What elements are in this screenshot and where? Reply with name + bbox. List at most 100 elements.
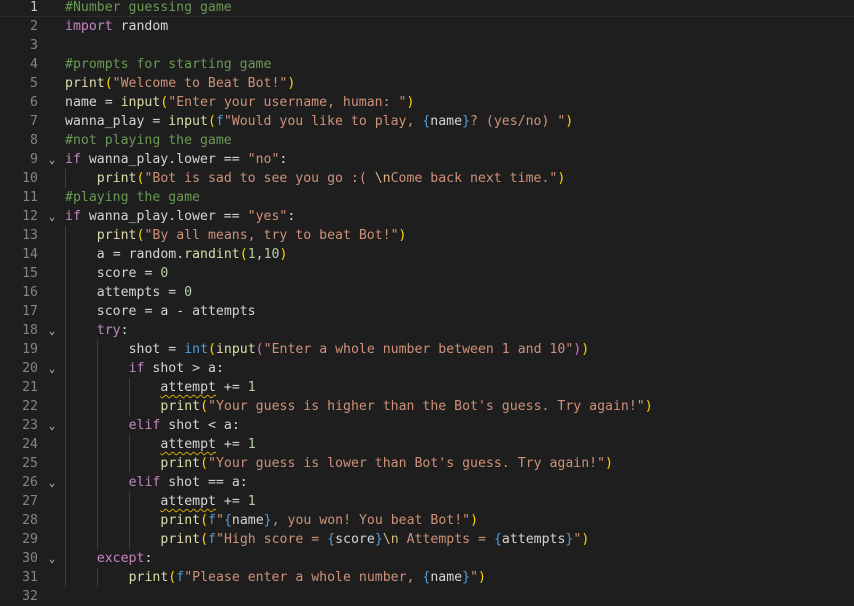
code-text: if wanna_play.lower == "no": xyxy=(65,150,287,169)
code-line[interactable]: 29 print(f"High score = {score}\n Attempt… xyxy=(0,530,854,549)
code-line[interactable]: 6 name = input("Enter your username, huma… xyxy=(0,93,854,112)
line-number: 1 xyxy=(30,0,38,15)
code-token: Attempts = xyxy=(398,532,494,547)
code-line[interactable]: 1 #Number guessing game xyxy=(0,0,854,17)
code-token: : xyxy=(144,551,153,566)
code-line[interactable]: 21 attempt += 1 xyxy=(0,378,854,397)
code-line[interactable]: 17 score = a - attempts xyxy=(0,302,854,321)
code-line[interactable]: 32 xyxy=(0,587,854,606)
code-token: = random. xyxy=(104,247,185,262)
chevron-down-icon[interactable]: ⌄ xyxy=(45,321,59,340)
code-token: ( xyxy=(239,247,248,262)
chevron-down-icon[interactable]: ⌄ xyxy=(45,549,59,568)
code-token: "By all means, try to beat Bot!" xyxy=(144,228,399,243)
line-number: 8 xyxy=(30,133,38,148)
code-token: += xyxy=(215,437,248,452)
code-token: score xyxy=(96,304,137,319)
code-token: attempt xyxy=(160,380,216,395)
code-token: += xyxy=(215,380,248,395)
code-line[interactable]: 30 ⌄ except: xyxy=(0,549,854,568)
code-line[interactable]: 7 wanna_play = input(f"Would you like to … xyxy=(0,112,854,131)
code-text: #prompts for starting game xyxy=(65,55,271,74)
code-line[interactable]: 15 score = 0 xyxy=(0,264,854,283)
line-number: 9 xyxy=(30,152,38,167)
code-token: print xyxy=(160,513,201,528)
code-token: , xyxy=(255,247,264,262)
code-editor[interactable]: 1 #Number guessing game 2 import random 3 4 #p… xyxy=(0,0,854,604)
line-number: 31 xyxy=(22,570,38,585)
code-line[interactable]: 9 ⌄ if wanna_play.lower == "no": xyxy=(0,150,854,169)
code-token: shot > a: xyxy=(144,361,224,376)
chevron-down-icon[interactable]: ⌄ xyxy=(45,416,59,435)
code-line[interactable]: 2 import random xyxy=(0,17,854,36)
line-number: 29 xyxy=(22,532,38,547)
code-token: wanna_play xyxy=(65,114,145,129)
code-token: print xyxy=(96,171,137,186)
code-token: print xyxy=(160,399,201,414)
line-number: 30 xyxy=(22,551,38,566)
code-text: print("Bot is sad to see you go :( \nCom… xyxy=(97,169,565,188)
code-line[interactable]: 10 print("Bot is sad to see you go :( \nC… xyxy=(0,169,854,188)
code-token: name xyxy=(430,114,463,129)
code-line[interactable]: 24 attempt += 1 xyxy=(0,435,854,454)
indent-guide xyxy=(128,511,130,530)
code-token: } xyxy=(462,570,471,585)
code-line[interactable]: 4 #prompts for starting game xyxy=(0,55,854,74)
code-token: 0 xyxy=(160,266,169,281)
chevron-down-icon[interactable]: ⌄ xyxy=(45,359,59,378)
code-text: attempt += 1 xyxy=(160,435,255,454)
code-token: except xyxy=(96,551,145,566)
code-line[interactable]: 20 ⌄ if shot > a: xyxy=(0,359,854,378)
indent-guide xyxy=(128,378,130,397)
code-token: #prompts for starting game xyxy=(65,57,272,72)
code-text: score = 0 xyxy=(97,264,168,283)
code-text: a = random.randint(1,10) xyxy=(97,245,288,264)
code-line[interactable]: 23 ⌄ elif shot < a: xyxy=(0,416,854,435)
code-token: try xyxy=(96,323,121,338)
code-token: ) xyxy=(398,228,407,243)
chevron-down-icon[interactable]: ⌄ xyxy=(45,207,59,226)
code-token: ( xyxy=(200,456,209,471)
code-line[interactable]: 8 #not playing the game xyxy=(0,131,854,150)
code-line[interactable]: 22 print("Your guess is higher than the B… xyxy=(0,397,854,416)
code-line[interactable]: 26 ⌄ elif shot == a: xyxy=(0,473,854,492)
code-token: print xyxy=(96,228,137,243)
code-line[interactable]: 31 print(f"Please enter a whole number, {… xyxy=(0,568,854,587)
code-line[interactable]: 28 print(f"{name}, you won! You beat Bot!… xyxy=(0,511,854,530)
code-token: if xyxy=(65,152,81,167)
code-line[interactable]: 14 a = random.randint(1,10) xyxy=(0,245,854,264)
code-line[interactable]: 11 #playing the game xyxy=(0,188,854,207)
code-token: = a - attempts xyxy=(136,304,256,319)
indent-guide xyxy=(128,454,130,473)
code-line[interactable]: 27 attempt += 1 xyxy=(0,492,854,511)
code-text: #not playing the game xyxy=(65,131,232,150)
indent-guide xyxy=(96,359,98,378)
code-line[interactable]: 18 ⌄ try: xyxy=(0,321,854,340)
chevron-down-icon[interactable]: ⌄ xyxy=(45,473,59,492)
code-line[interactable]: 12 ⌄ if wanna_play.lower == "yes": xyxy=(0,207,854,226)
code-line[interactable]: 13 print("By all means, try to beat Bot!"… xyxy=(0,226,854,245)
code-line[interactable]: 25 print("Your guess is lower than Bot's … xyxy=(0,454,854,473)
code-line[interactable]: 19 shot = int(input("Enter a whole number… xyxy=(0,340,854,359)
code-token: "Enter a whole number between 1 and 10" xyxy=(263,342,574,357)
code-token: ( xyxy=(200,399,209,414)
code-token: = xyxy=(160,285,185,300)
indent-guide xyxy=(96,435,98,454)
code-token: f xyxy=(176,570,185,585)
line-number: 7 xyxy=(30,114,38,129)
code-token: = xyxy=(136,266,161,281)
indent-guide xyxy=(96,397,98,416)
code-text: score = a - attempts xyxy=(97,302,256,321)
code-line[interactable]: 3 xyxy=(0,36,854,55)
code-token: \n xyxy=(382,532,399,547)
code-token: shot == a: xyxy=(160,475,248,490)
code-line[interactable]: 5 print("Welcome to Beat Bot!") xyxy=(0,74,854,93)
chevron-down-icon[interactable]: ⌄ xyxy=(45,150,59,169)
line-number: 6 xyxy=(30,95,38,110)
code-token: { xyxy=(223,513,232,528)
code-token: 10 xyxy=(263,247,280,262)
code-line[interactable]: 16 attempts = 0 xyxy=(0,283,854,302)
code-token: ) xyxy=(565,114,574,129)
line-number: 15 xyxy=(22,266,38,281)
code-token: ( xyxy=(200,513,209,528)
